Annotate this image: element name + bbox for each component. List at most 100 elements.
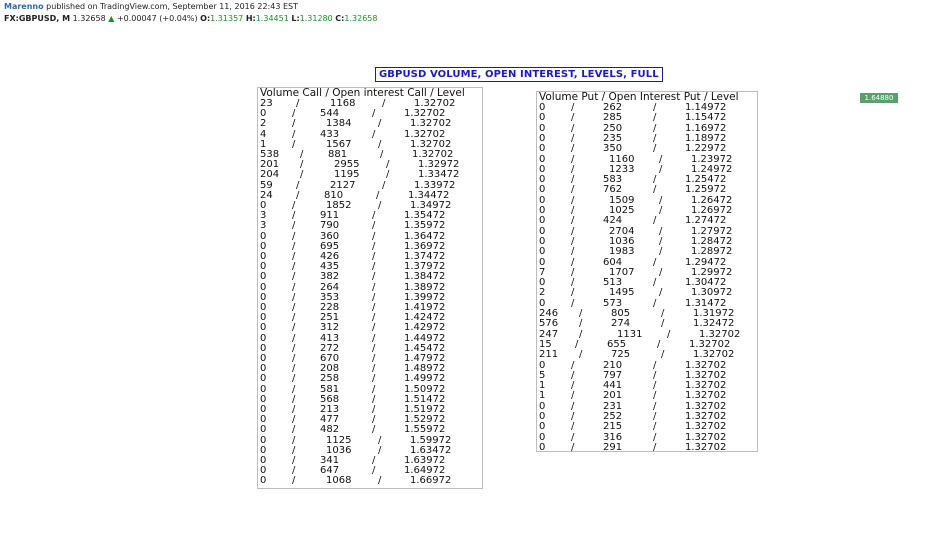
separator: / xyxy=(292,138,296,150)
volume-cell: 2 xyxy=(539,287,546,299)
open-interest-cell: 1160 xyxy=(609,153,635,165)
open-interest-cell: 424 xyxy=(603,215,623,227)
volume-cell: 576 xyxy=(539,318,559,330)
close-label: C: xyxy=(335,14,345,23)
separator: / xyxy=(579,318,583,330)
separator: / xyxy=(571,215,575,227)
level-cell: 1.25972 xyxy=(685,184,727,196)
separator: / xyxy=(659,153,663,165)
table-row: 1 / 201 / 1.32702 xyxy=(537,391,757,401)
level-cell: 1.32702 xyxy=(693,349,735,361)
chart-title: GBPUSD VOLUME, OPEN INTEREST, LEVELS, FU… xyxy=(375,67,663,82)
separator: / xyxy=(571,143,575,155)
table-row: 0 / 382 / 1.38472 xyxy=(258,272,482,282)
open-interest-cell: 604 xyxy=(603,256,623,268)
level-cell: 1.27472 xyxy=(685,215,727,227)
separator: / xyxy=(661,349,665,361)
separator: / xyxy=(292,271,296,283)
open-interest-cell: 1384 xyxy=(326,118,352,130)
separator: / xyxy=(653,215,657,227)
separator: / xyxy=(653,421,657,433)
table-row: 0 / 291 / 1.32702 xyxy=(537,441,757,452)
separator: / xyxy=(653,297,657,309)
volume-cell: 0 xyxy=(539,256,546,268)
separator: / xyxy=(657,338,661,350)
separator: / xyxy=(382,98,386,109)
close-value: 1.32658 xyxy=(344,14,378,23)
table-row: 0 / 285 / 1.15472 xyxy=(537,113,757,123)
up-arrow-icon: ▲ xyxy=(108,14,115,23)
separator: / xyxy=(372,373,376,385)
separator: / xyxy=(661,318,665,330)
open-interest-cell: 1195 xyxy=(334,169,360,181)
open-interest-cell: 274 xyxy=(611,318,631,330)
separator: / xyxy=(653,143,657,155)
level-cell: 1.66972 xyxy=(410,475,452,487)
open-value: 1.31357 xyxy=(210,14,244,23)
separator: / xyxy=(571,359,575,371)
open-interest-cell: 1983 xyxy=(609,246,635,258)
separator: / xyxy=(296,98,300,109)
separator: / xyxy=(372,108,376,120)
separator: / xyxy=(372,424,376,436)
open-interest-cell: 482 xyxy=(320,424,340,436)
level-cell: 1.30972 xyxy=(691,287,733,299)
separator: / xyxy=(571,390,575,402)
separator: / xyxy=(653,277,657,289)
table-row: 0 / 215 / 1.32702 xyxy=(537,422,757,432)
separator: / xyxy=(653,441,657,452)
open-interest-cell: 258 xyxy=(320,373,340,385)
separator: / xyxy=(296,189,300,201)
volume-cell: 0 xyxy=(539,184,546,196)
low-label: L: xyxy=(291,14,300,23)
level-cell: 1.32702 xyxy=(685,421,727,433)
level-cell: 1.42972 xyxy=(404,322,446,334)
separator: / xyxy=(378,475,382,487)
separator: / xyxy=(571,112,575,124)
separator: / xyxy=(372,220,376,232)
table-row: 0 / 350 / 1.22972 xyxy=(537,144,757,154)
separator: / xyxy=(571,421,575,433)
separator: / xyxy=(667,328,671,340)
volume-cell: 0 xyxy=(539,246,546,258)
separator: / xyxy=(653,390,657,402)
volume-cell: 1 xyxy=(539,390,546,402)
volume-cell: 3 xyxy=(260,220,267,232)
separator: / xyxy=(292,118,296,130)
separator: / xyxy=(659,287,663,299)
level-cell: 1.28972 xyxy=(691,246,733,258)
open-interest-cell: 350 xyxy=(603,143,623,155)
level-cell: 1.32702 xyxy=(410,118,452,130)
table-row: 3 / 790 / 1.35972 xyxy=(258,221,482,231)
table-row: 0 / 604 / 1.29472 xyxy=(537,256,757,268)
table-row: 211 / 725 / 1.32702 xyxy=(537,350,757,360)
separator: / xyxy=(659,205,663,216)
symbol-name: FX:GBPUSD, M xyxy=(4,14,71,23)
separator: / xyxy=(571,287,575,299)
separator: / xyxy=(378,200,382,211)
publish-info: Marenno published on TradingView.com, Se… xyxy=(4,2,298,11)
separator: / xyxy=(372,465,376,477)
table-row: 204 / 1195 / 1.33472 xyxy=(258,170,482,180)
table-row: 0 / 482 / 1.55972 xyxy=(258,425,482,435)
level-cell: 1.33472 xyxy=(418,169,460,181)
table-row: 0 / 424 / 1.27472 xyxy=(537,216,757,226)
open-interest-cell: 1495 xyxy=(609,287,635,299)
volume-cell: 0 xyxy=(260,271,267,283)
separator: / xyxy=(382,179,386,191)
separator: / xyxy=(571,184,575,196)
volume-cell: 0 xyxy=(539,143,546,155)
separator: / xyxy=(378,444,382,456)
separator: / xyxy=(653,184,657,196)
volume-cell: 2 xyxy=(260,118,267,130)
separator: / xyxy=(300,169,304,181)
author-link[interactable]: Marenno xyxy=(4,2,44,11)
level-cell: 1.49972 xyxy=(404,373,446,385)
volume-cell: 211 xyxy=(539,349,559,361)
open-interest-cell: 291 xyxy=(603,441,623,452)
level-cell: 1.32702 xyxy=(685,359,727,371)
separator: / xyxy=(571,256,575,268)
high-label: H: xyxy=(245,14,256,23)
separator: / xyxy=(380,149,384,160)
open-interest-cell: 762 xyxy=(603,184,623,196)
